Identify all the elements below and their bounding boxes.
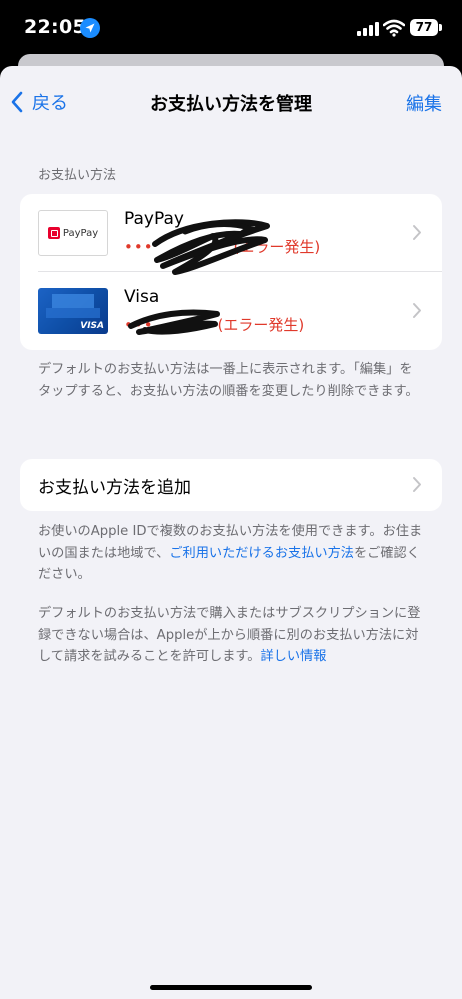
visa-logo-text: VISA (80, 321, 104, 331)
home-indicator (150, 985, 312, 990)
add-payment-method-label: お支払い方法を追加 (38, 478, 191, 498)
payment-method-paypay[interactable]: PayPay PayPay ••• (エラー発生) (20, 194, 442, 272)
payment-method-status: ••• (エラー発生) (124, 236, 320, 257)
section-header: お支払い方法 (38, 168, 117, 183)
location-arrow-icon (80, 18, 100, 38)
chevron-right-icon (413, 303, 421, 318)
visa-card-logo: VISA (38, 288, 108, 334)
payment-method-status: ••• (エラー発生) (124, 314, 304, 335)
masked-number: ••• (124, 316, 154, 334)
edit-button[interactable]: 編集 (406, 90, 442, 116)
info-text: デフォルトのお支払い方法で購入またはサブスクリプションに登録できない場合は、Ap… (38, 606, 421, 664)
payment-method-name: PayPay (124, 209, 184, 229)
chevron-right-icon (413, 477, 421, 492)
paypay-logo: PayPay (38, 210, 108, 256)
cellular-signal-icon (357, 22, 379, 36)
payment-methods-list: PayPay PayPay ••• (エラー発生) VISA Visa ••• (エ… (20, 194, 442, 350)
multiple-payment-info: お使いのApple IDで複数のお支払い方法を使用できます。お住まいの国または地… (38, 521, 424, 586)
chevron-right-icon (413, 225, 421, 240)
learn-more-link[interactable]: 詳しい情報 (260, 649, 326, 664)
payment-section-footer: デフォルトのお支払い方法は一番上に表示されます。「編集」をタップすると、お支払い… (38, 362, 419, 399)
error-status-text: (エラー発生) (217, 316, 305, 334)
manage-payment-sheet: 戻る お支払い方法を管理 編集 お支払い方法 PayPay PayPay •••… (0, 66, 462, 999)
status-time: 22:05 (24, 16, 86, 38)
masked-number: ••• (124, 238, 154, 256)
battery-nub (439, 24, 442, 31)
payment-method-visa[interactable]: VISA Visa ••• (エラー発生) (20, 272, 442, 350)
page-title: お支払い方法を管理 (150, 94, 312, 115)
paypay-logo-text: PayPay (62, 227, 99, 239)
battery-icon: 77 (410, 19, 438, 36)
available-payment-methods-link[interactable]: ご利用いただけるお支払い方法 (169, 546, 354, 561)
status-bar: 22:05 77 (0, 0, 462, 60)
payment-method-name: Visa (124, 287, 160, 307)
paypay-mark-icon (47, 227, 60, 239)
billing-order-info: デフォルトのお支払い方法で購入またはサブスクリプションに登録できない場合は、Ap… (38, 603, 424, 668)
wifi-icon (383, 19, 405, 37)
error-status-text: (エラー発生) (233, 238, 321, 256)
add-payment-method-button[interactable]: お支払い方法を追加 (20, 459, 442, 511)
